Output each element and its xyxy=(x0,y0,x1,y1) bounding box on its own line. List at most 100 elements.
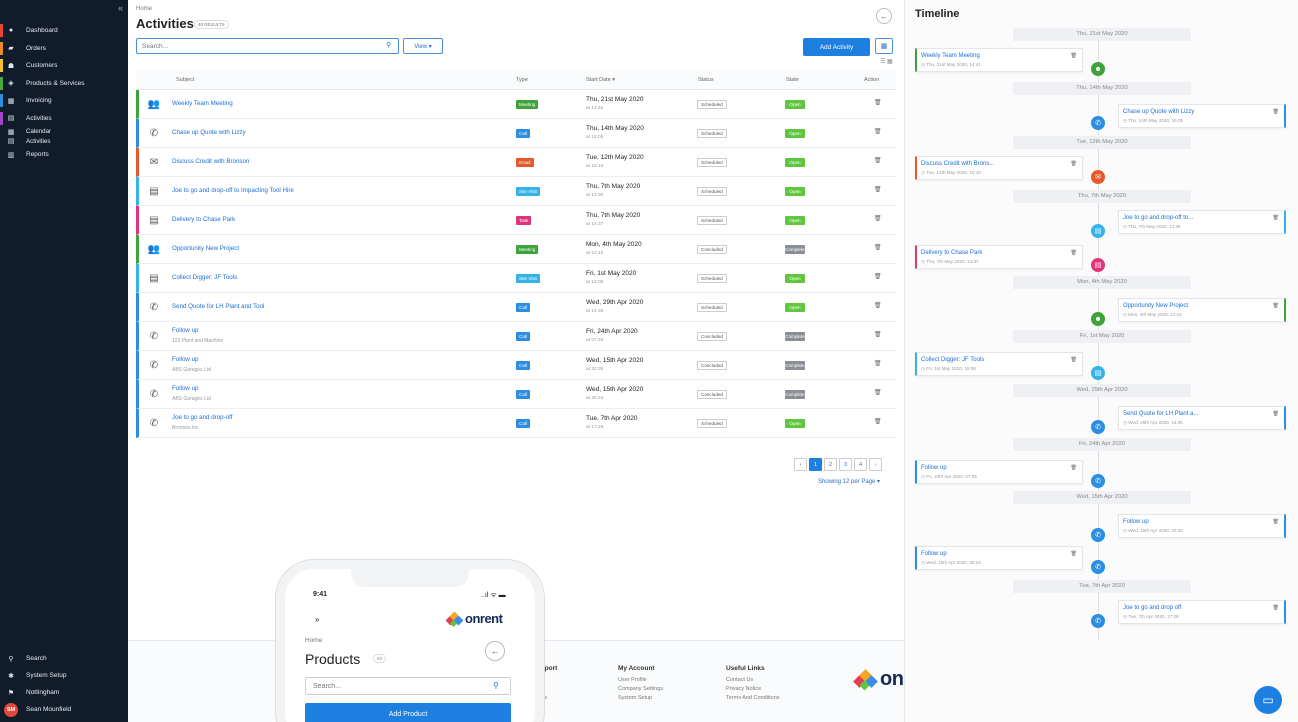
trash-icon[interactable]: 🗑 xyxy=(1071,53,1077,59)
chat-support-button[interactable]: ▭ xyxy=(1254,686,1282,714)
table-row[interactable]: ✉ Discuss Credit with Bronson Email Tue, 12… xyxy=(136,148,896,177)
sidebar-subitem-activities[interactable]: ▤ Activities xyxy=(0,137,128,147)
activity-subject-link[interactable]: Joe to go and drop-off to Impacting Tool… xyxy=(172,187,294,194)
trash-icon[interactable]: 🗑 xyxy=(1071,161,1077,167)
breadcrumb[interactable]: Home xyxy=(136,6,152,12)
footer-link-system-setup[interactable]: System Setup xyxy=(618,694,663,703)
column-header-state[interactable]: State xyxy=(786,77,799,83)
trash-icon[interactable]: 🗑 xyxy=(1071,250,1077,256)
footer-link-terms[interactable]: Terms And Conditions xyxy=(726,694,780,703)
trash-icon[interactable]: 🗑 xyxy=(874,99,882,106)
table-row[interactable]: ✆ Follow up ABS Garages Ltd Call Wed, 15th A… xyxy=(136,351,896,380)
trash-icon[interactable]: 🗑 xyxy=(874,331,882,338)
trash-icon[interactable]: 🗑 xyxy=(874,418,882,425)
add-product-button[interactable]: Add Product xyxy=(305,703,511,722)
trash-icon[interactable]: 🗑 xyxy=(1273,605,1279,611)
activity-subject-link[interactable]: Chase up Quote with Lizzy xyxy=(172,129,246,136)
timeline-card[interactable]: Opportunity New Project ◷ Mon, 4th May 20… xyxy=(1118,298,1286,322)
trash-icon[interactable]: 🗑 xyxy=(874,186,882,193)
trash-icon[interactable]: 🗑 xyxy=(874,360,882,367)
activity-subject-link[interactable]: Follow up xyxy=(172,385,198,392)
column-header-type[interactable]: Type xyxy=(516,77,528,83)
sidebar-item-search[interactable]: ⚲ Search xyxy=(0,650,128,667)
activity-subject-link[interactable]: Opportunity New Project xyxy=(172,245,239,252)
footer-link-user-profile[interactable]: User Profile xyxy=(618,676,663,685)
timeline-card[interactable]: Weekly Team Meeting ◷ Thu, 21st May 2020,… xyxy=(915,48,1083,72)
timeline-card[interactable]: Follow up ◷ Fri, 24th Apr 2020, 07:25 🗑 xyxy=(915,460,1083,484)
sidebar-item-activities[interactable]: ▤ Activities xyxy=(0,110,128,128)
phone-back-button[interactable]: ← xyxy=(485,641,505,661)
timeline-card-title[interactable]: Send Quote for LH Plant a... xyxy=(1123,411,1198,417)
trash-icon[interactable]: 🗑 xyxy=(874,273,882,280)
activity-subject-link[interactable]: Joe to go and drop-off xyxy=(172,414,232,421)
table-row[interactable]: ▤ Joe to go and drop-off to Impacting Too… xyxy=(136,177,896,206)
trash-icon[interactable]: 🗑 xyxy=(1071,465,1077,471)
timeline-card[interactable]: Collect Digger: JF Tools ◷ Fri, 1st May 2… xyxy=(915,352,1083,376)
pagination-page-4[interactable]: 4 xyxy=(854,458,867,471)
pagination-prev[interactable]: ‹ xyxy=(794,458,807,471)
sidebar-item-dashboard[interactable]: ● Dashboard xyxy=(0,22,128,40)
trash-icon[interactable]: 🗑 xyxy=(874,128,882,135)
trash-icon[interactable]: 🗑 xyxy=(874,157,882,164)
timeline-card-title[interactable]: Joe to go and drop off xyxy=(1123,605,1181,611)
sidebar-item-system-setup[interactable]: ✱ System Setup xyxy=(0,667,128,684)
timeline-card-title[interactable]: Weekly Team Meeting xyxy=(921,53,980,59)
sidebar-item-invoicing[interactable]: ▦ Invoicing xyxy=(0,92,128,110)
pagination-next[interactable]: › xyxy=(869,458,882,471)
grid-view-button[interactable]: ▦ xyxy=(875,38,893,54)
timeline-card-title[interactable]: Follow up xyxy=(921,465,947,471)
timeline-card[interactable]: Send Quote for LH Plant a... ◷ Wed, 29th … xyxy=(1118,406,1286,430)
trash-icon[interactable]: 🗑 xyxy=(874,244,882,251)
footer-link-company-settings[interactable]: Company Settings xyxy=(618,685,663,694)
activity-subject-link[interactable]: Collect Digger: JF Tools xyxy=(172,274,237,281)
sidebar-item-nottingham[interactable]: ⚑ Nottingham xyxy=(0,684,128,701)
activity-subject-link[interactable]: Discuss Credit with Bronson xyxy=(172,158,249,165)
view-dropdown-button[interactable]: View ▾ xyxy=(403,38,443,54)
sidebar-item-reports[interactable]: ▥ Reports xyxy=(0,146,128,164)
sidebar-subitem-calendar[interactable]: ▦ Calendar xyxy=(0,127,128,137)
table-row[interactable]: ✆ Follow up ABS Garages Ltd Call Wed, 15th A… xyxy=(136,380,896,409)
timeline-card[interactable]: Discuss Credit with Brons... ◷ Tue, 12th … xyxy=(915,156,1083,180)
pagination-page-1[interactable]: 1 xyxy=(809,458,822,471)
table-row[interactable]: ▤ Collect Digger: JF Tools Site Visit Fri, … xyxy=(136,264,896,293)
timeline-card-title[interactable]: Collect Digger: JF Tools xyxy=(921,357,984,363)
trash-icon[interactable]: 🗑 xyxy=(1273,303,1279,309)
trash-icon[interactable]: 🗑 xyxy=(874,389,882,396)
activity-subject-link[interactable]: Follow up xyxy=(172,356,198,363)
trash-icon[interactable]: 🗑 xyxy=(1273,109,1279,115)
phone-search-input[interactable] xyxy=(305,677,511,695)
phone-menu-icon[interactable]: » xyxy=(315,615,319,624)
activity-subject-link[interactable]: Send Quote for LH Plant and Tool xyxy=(172,303,264,310)
table-row[interactable]: ▤ Delivery to Chase Park Task Thu, 7th May … xyxy=(136,206,896,235)
column-header-subject[interactable]: Subject xyxy=(176,77,194,83)
timeline-card-title[interactable]: Follow up xyxy=(921,551,947,557)
back-button[interactable]: ← xyxy=(876,8,892,24)
sidebar-item-customers[interactable]: ☗ Customers xyxy=(0,57,128,75)
table-row[interactable]: ✆ Joe to go and drop-off Bronson Inc Call Tu… xyxy=(136,409,896,438)
timeline-card[interactable]: Delivery to Chase Park ◷ Thu, 7th May 202… xyxy=(915,245,1083,269)
table-row[interactable]: 👥 Opportunity New Project Meeting Mon, 4th … xyxy=(136,235,896,264)
search-input[interactable] xyxy=(136,38,399,54)
timeline-card-title[interactable]: Delivery to Chase Park xyxy=(921,250,982,256)
timeline-card[interactable]: Joe to go and drop off ◷ Tue, 7th Apr 202… xyxy=(1118,600,1286,624)
timeline-card-title[interactable]: Follow up xyxy=(1123,519,1149,525)
activity-subject-link[interactable]: Delivery to Chase Park xyxy=(172,216,235,223)
activity-subject-link[interactable]: Weekly Team Meeting xyxy=(172,100,233,107)
per-page-dropdown[interactable]: Showing 12 per Page ▾ xyxy=(818,478,880,485)
trash-icon[interactable]: 🗑 xyxy=(1273,215,1279,221)
search-icon[interactable]: ⚲ xyxy=(493,681,499,690)
phone-breadcrumb[interactable]: Home xyxy=(305,637,322,644)
timeline-card-title[interactable]: Chase up Quote with Lizzy xyxy=(1123,109,1194,115)
trash-icon[interactable]: 🗑 xyxy=(874,302,882,309)
add-activity-button[interactable]: Add Activity xyxy=(803,38,870,56)
table-row[interactable]: ✆ Chase up Quote with Lizzy Call Thu, 14th … xyxy=(136,119,896,148)
trash-icon[interactable]: 🗑 xyxy=(1273,519,1279,525)
timeline-card[interactable]: Follow up ◷ Wed, 15th Apr 2020, 20:24 🗑 xyxy=(915,546,1083,570)
activity-subject-link[interactable]: Follow up xyxy=(172,327,198,334)
timeline-card[interactable]: Chase up Quote with Lizzy ◷ Thu, 14th May… xyxy=(1118,104,1286,128)
timeline-card-title[interactable]: Opportunity New Project xyxy=(1123,303,1188,309)
timeline-card-title[interactable]: Joe to go and drop-off to... xyxy=(1123,215,1193,221)
pagination-page-3[interactable]: 3 xyxy=(839,458,852,471)
table-row[interactable]: ✆ Send Quote for LH Plant and Tool Call Wed… xyxy=(136,293,896,322)
trash-icon[interactable]: 🗑 xyxy=(1071,551,1077,557)
